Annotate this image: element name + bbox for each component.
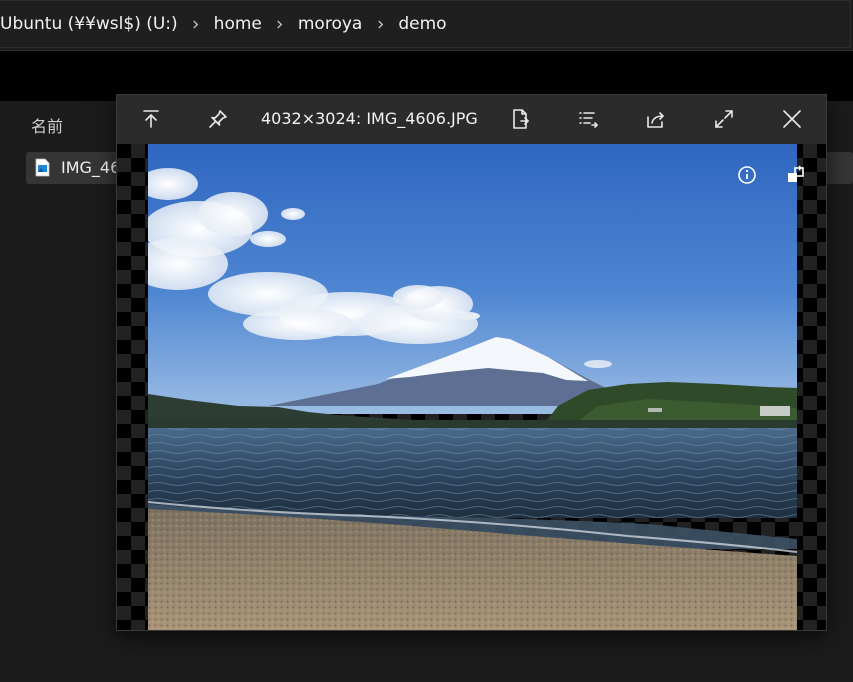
breadcrumb-demo[interactable]: demo	[392, 14, 452, 34]
pin-icon[interactable]	[206, 107, 230, 131]
close-icon[interactable]	[780, 107, 804, 131]
breadcrumb[interactable]: Ubuntu (¥¥wsl$) (U:) home moroya demo	[0, 0, 851, 48]
preview-toolbar: 4032×3024: IMG_4606.JPG	[117, 95, 826, 144]
chevron-right-icon[interactable]	[275, 19, 285, 29]
preview-title: 4032×3024: IMG_4606.JPG	[261, 109, 478, 128]
address-bar: Ubuntu (¥¥wsl$) (U:) home moroya demo	[0, 0, 853, 51]
properties-list-icon[interactable]	[576, 107, 600, 131]
chevron-right-icon[interactable]	[375, 19, 385, 29]
expand-icon[interactable]	[712, 107, 736, 131]
column-header-name[interactable]: 名前	[31, 113, 63, 137]
move-to-top-icon[interactable]	[139, 107, 163, 131]
share-icon[interactable]	[644, 107, 668, 131]
breadcrumb-moroya[interactable]: moroya	[292, 14, 368, 34]
preview-canvas	[117, 144, 826, 630]
info-icon[interactable]	[736, 164, 758, 186]
open-file-icon[interactable]	[508, 107, 532, 131]
image-file-icon	[35, 158, 50, 177]
breadcrumb-drive[interactable]: Ubuntu (¥¥wsl$) (U:)	[0, 14, 184, 34]
landscape-photo	[148, 144, 797, 630]
image-preview-window: 4032×3024: IMG_4606.JPG	[116, 94, 827, 631]
rotate-icon[interactable]	[785, 164, 807, 186]
photo-preview	[148, 144, 797, 630]
breadcrumb-home[interactable]: home	[208, 14, 268, 34]
chevron-right-icon[interactable]	[191, 19, 201, 29]
